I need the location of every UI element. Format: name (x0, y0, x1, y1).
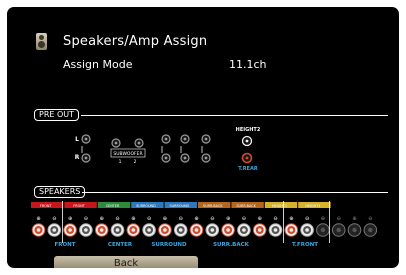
speaker-terminal-15-core (257, 228, 262, 232)
speaker-terminal-16-core (273, 228, 278, 232)
speaker-bar-label-4: SURROUND (136, 204, 156, 208)
speaker-terminal-17-core (289, 228, 294, 232)
terminal-polarity-1: ⊕ (36, 216, 40, 222)
terminal-polarity-20: ⊖ (337, 216, 341, 222)
speaker-terminal-10-core (178, 228, 183, 232)
terminal-polarity-12: ⊖ (210, 216, 214, 222)
subwoofer-label: SUBWOOFER (113, 151, 142, 157)
preout-jack-subwoofer-2-pin (137, 141, 141, 145)
speaker-terminal-5-core (99, 228, 104, 232)
terminal-polarity-13: ⊕ (226, 216, 230, 222)
preout-jack-surr-back-l-pin (183, 137, 187, 141)
terminal-polarity-16: ⊖ (273, 216, 277, 222)
preout-jack-height2-r-pin (245, 156, 249, 160)
speaker-assign-label-2: CENTER (108, 242, 133, 248)
speaker-terminal-22-core (368, 227, 373, 233)
terminal-polarity-8: ⊖ (147, 216, 151, 222)
speaker-bar-label-1: FRONT (40, 204, 53, 208)
speaker-assign-label-1: FRONT (54, 242, 75, 248)
speaker-terminal-9-core (163, 228, 167, 232)
terminal-polarity-5: ⊕ (100, 216, 104, 222)
speaker-terminal-20-core (336, 227, 341, 233)
subwoofer-channel-1: 1 (119, 159, 122, 165)
speaker-terminal-12-core (210, 228, 215, 232)
subwoofer-channel-2: 2 (134, 159, 137, 165)
speaker-assign-label-4: SURR.BACK (213, 242, 250, 248)
terminal-polarity-2: ⊖ (52, 216, 56, 222)
terminal-polarity-22: ⊖ (368, 216, 372, 222)
terminal-polarity-21: ⊕ (352, 216, 356, 222)
speaker-bar-label-6: SURR.BACK (203, 204, 223, 208)
setup-screen: Speakers/Amp Assign Assign Mode 11.1ch P… (7, 7, 399, 268)
speaker-terminal-3-core (68, 228, 72, 232)
preout-jack-height1-r-pin (204, 156, 208, 160)
speaker-terminal-13-core (226, 228, 230, 232)
terminal-diagram: L R SUBWOOFER 1 2 HEIGHT2 T.REAR FRONT FRONT CENT… (31, 127, 378, 248)
speaker-bar-label-2: FRONT (73, 204, 86, 208)
speaker-terminal-8-core (147, 228, 151, 232)
preout-jack-height1-l-pin (204, 137, 208, 141)
height2-label: HEIGHT2 (236, 127, 261, 133)
preout-jack-subwoofer-1-pin (114, 141, 118, 145)
terminal-polarity-17: ⊕ (289, 216, 293, 222)
terminal-polarity-10: ⊖ (179, 216, 183, 222)
speaker-terminal-18-core (305, 228, 309, 232)
speaker-bar-label-7: SURR.BACK (236, 204, 256, 208)
terminal-polarity-4: ⊖ (84, 216, 88, 222)
speaker-terminal-7-core (131, 228, 136, 232)
speaker-bar-label-3: CENTER (106, 204, 120, 208)
terminal-polarity-3: ⊕ (68, 216, 72, 222)
height2-assign-label: T.REAR (238, 166, 258, 172)
back-button[interactable]: Back (54, 256, 198, 268)
speaker-bar-label-9: HEIGHT1 (305, 204, 320, 208)
preout-jack-front-r-pin (84, 156, 88, 160)
preout-jack-height2-l-pin (245, 139, 249, 143)
terminal-polarity-11: ⊕ (194, 216, 198, 222)
speaker-terminal-21-core (352, 227, 357, 233)
speaker-bar-label-8: HEIGHT1 (272, 204, 287, 208)
terminal-polarity-7: ⊕ (131, 216, 135, 222)
preout-jack-surr-back-r-pin (183, 156, 187, 160)
terminal-polarity-19: ⊕ (321, 216, 325, 222)
speaker-bar-label-5: SURROUND (169, 204, 189, 208)
terminal-polarity-18: ⊖ (305, 216, 309, 222)
preout-jack-surround-r-pin (164, 156, 168, 160)
speaker-terminal-14-core (242, 228, 246, 232)
speaker-terminal-6-core (115, 228, 120, 232)
speaker-terminal-1-core (36, 228, 41, 232)
speaker-terminal-4-core (84, 228, 88, 232)
speaker-assign-label-3: SURROUND (151, 242, 187, 248)
terminal-polarity-14: ⊖ (242, 216, 246, 222)
preout-jack-surround-l-pin (164, 137, 168, 141)
speaker-terminal-19-core (320, 227, 326, 233)
terminal-polarity-15: ⊕ (258, 216, 262, 222)
terminal-polarity-9: ⊕ (163, 216, 167, 222)
preout-jack-front-l-pin (84, 137, 88, 141)
terminal-polarity-6: ⊖ (115, 216, 119, 222)
speaker-terminal-2-core (52, 228, 57, 232)
preout-right-label: R (75, 154, 80, 161)
preout-left-label: L (75, 136, 79, 143)
speaker-assign-label-5: T.FRONT (292, 242, 318, 248)
speaker-terminal-11-core (194, 228, 199, 232)
